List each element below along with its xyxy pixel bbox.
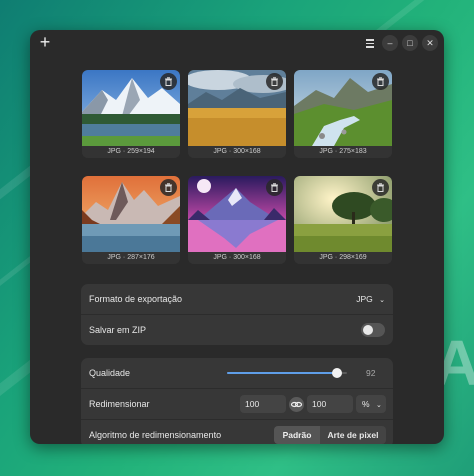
image-settings-group: Qualidade 92 Redimensionar 100 100 % ⌄ A… [81, 358, 393, 444]
resize-unit-dropdown[interactable]: % ⌄ [356, 395, 386, 413]
export-format-label: Formato de exportação [89, 294, 183, 304]
zip-label: Salvar em ZIP [89, 325, 147, 335]
zip-row: Salvar em ZIP [81, 315, 393, 345]
titlebar: + – □ ✕ [30, 30, 444, 56]
image-card[interactable]: JPG · 287×176 [82, 176, 180, 264]
resize-width-input[interactable]: 100 [240, 395, 286, 413]
trash-icon [377, 77, 384, 86]
minimize-button[interactable]: – [382, 35, 398, 51]
app-window: + – □ ✕ JPG · 259×194 JPG · 300×168 JPG … [30, 30, 444, 444]
export-format-row[interactable]: Formato de exportação JPG ⌄ [81, 284, 393, 314]
algorithm-option-pixel-art[interactable]: Arte de pixel [320, 426, 386, 444]
quality-slider-handle[interactable] [332, 368, 343, 378]
delete-image-button[interactable] [160, 179, 177, 196]
plus-icon: + [39, 32, 51, 52]
hamburger-menu-icon-line [366, 42, 374, 44]
resize-unit-value: % [362, 399, 370, 409]
trash-icon [271, 183, 278, 192]
zip-toggle[interactable] [361, 323, 385, 337]
hamburger-menu-icon-line [366, 46, 374, 48]
image-caption: JPG · 298×169 [294, 252, 392, 264]
image-card[interactable]: JPG · 300×168 [188, 70, 286, 158]
image-caption: JPG · 300×168 [188, 146, 286, 158]
link-aspect-button[interactable] [289, 397, 304, 412]
trash-icon [377, 183, 384, 192]
close-icon: ✕ [426, 38, 434, 48]
export-settings-group: Formato de exportação JPG ⌄ Salvar em ZI… [81, 284, 393, 345]
image-card[interactable]: JPG · 259×194 [82, 70, 180, 158]
resize-algorithm-row: Algoritmo de redimensionamento Padrão Ar… [81, 420, 393, 444]
quality-slider[interactable] [227, 368, 347, 378]
close-button[interactable]: ✕ [422, 35, 438, 51]
quality-label: Qualidade [89, 368, 131, 378]
link-icon [290, 401, 303, 408]
algorithm-option-default[interactable]: Padrão [274, 426, 320, 444]
maximize-button[interactable]: □ [402, 35, 418, 51]
resize-height-input[interactable]: 100 [307, 395, 353, 413]
delete-image-button[interactable] [160, 73, 177, 90]
resize-algorithm-label: Algoritmo de redimensionamento [89, 430, 222, 440]
main-menu-button[interactable] [362, 35, 378, 51]
image-card[interactable]: JPG · 300×168 [188, 176, 286, 264]
delete-image-button[interactable] [372, 179, 389, 196]
chevron-down-icon: ⌄ [379, 297, 385, 304]
delete-image-button[interactable] [372, 73, 389, 90]
image-card[interactable]: JPG · 275×183 [294, 70, 392, 158]
resize-row: Redimensionar 100 100 % ⌄ [81, 389, 393, 419]
quality-row: Qualidade 92 [81, 358, 393, 388]
image-caption: JPG · 287×176 [82, 252, 180, 264]
export-format-value: JPG [356, 294, 373, 304]
trash-icon [165, 183, 172, 192]
image-caption: JPG · 275×183 [294, 146, 392, 158]
image-caption: JPG · 259×194 [82, 146, 180, 158]
delete-image-button[interactable] [266, 179, 283, 196]
trash-icon [165, 77, 172, 86]
image-card[interactable]: JPG · 298×169 [294, 176, 392, 264]
delete-image-button[interactable] [266, 73, 283, 90]
add-image-button[interactable]: + [36, 32, 54, 52]
toggle-knob [363, 325, 373, 335]
hamburger-menu-icon [366, 39, 374, 41]
quality-slider-fill [227, 372, 338, 374]
resize-label: Redimensionar [89, 399, 150, 409]
minimize-icon: – [387, 38, 393, 48]
export-format-dropdown[interactable]: JPG ⌄ [356, 294, 385, 304]
trash-icon [271, 77, 278, 86]
chevron-down-icon: ⌄ [375, 402, 382, 409]
image-caption: JPG · 300×168 [188, 252, 286, 264]
quality-value: 92 [366, 368, 376, 378]
maximize-icon: □ [407, 38, 413, 48]
